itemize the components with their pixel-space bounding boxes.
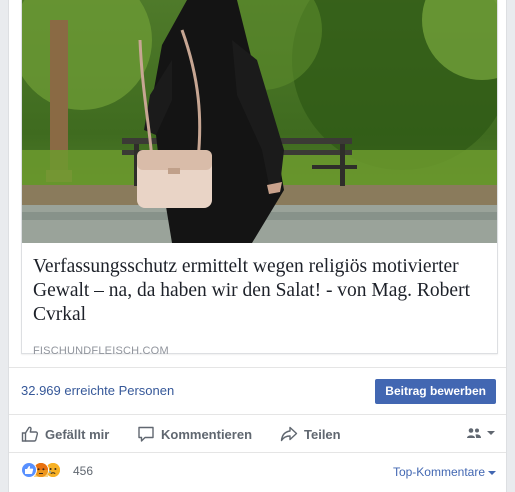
share-label: Teilen	[304, 426, 341, 442]
reach-count-link[interactable]: 32.969 erreichte Personen	[21, 383, 174, 398]
reaction-count[interactable]: 456	[73, 464, 93, 478]
like-button[interactable]: Gefällt mir	[21, 425, 109, 443]
share-arrow-icon	[280, 426, 298, 442]
comment-label: Kommentieren	[161, 426, 253, 442]
audience-selector[interactable]	[466, 427, 496, 439]
link-domain: FISCHUNDFLEISCH.COM	[33, 345, 169, 357]
caret-down-icon	[488, 470, 496, 475]
share-button[interactable]: Teilen	[280, 425, 341, 443]
like-reaction-icon	[21, 462, 37, 478]
like-label: Gefällt mir	[45, 426, 110, 442]
action-bar: Gefällt mir Kommentieren Teilen	[9, 416, 506, 452]
chevron-down-icon	[487, 431, 495, 435]
promote-post-button[interactable]: Beitrag bewerben	[375, 379, 496, 404]
comment-sort-dropdown[interactable]: Top-Kommentare	[393, 465, 496, 479]
comment-sort-label: Top-Kommentare	[392, 465, 485, 479]
friends-icon	[467, 428, 481, 438]
reactions-row: 456 Top-Kommentare	[9, 452, 506, 492]
link-preview[interactable]: Verfassungsschutz ermittelt wegen religi…	[21, 0, 498, 357]
article-image[interactable]	[22, 0, 497, 243]
reach-row: 32.969 erreichte Personen Beitrag bewerb…	[9, 367, 506, 415]
link-title[interactable]: Verfassungsschutz ermittelt wegen religi…	[33, 255, 488, 327]
thumbs-up-icon	[21, 426, 39, 442]
reaction-icons[interactable]	[21, 462, 61, 480]
comment-button[interactable]: Kommentieren	[137, 425, 252, 443]
link-text[interactable]: Verfassungsschutz ermittelt wegen religi…	[33, 255, 488, 357]
comment-icon	[138, 426, 154, 442]
post-card: Verfassungsschutz ermittelt wegen religi…	[8, 0, 507, 492]
